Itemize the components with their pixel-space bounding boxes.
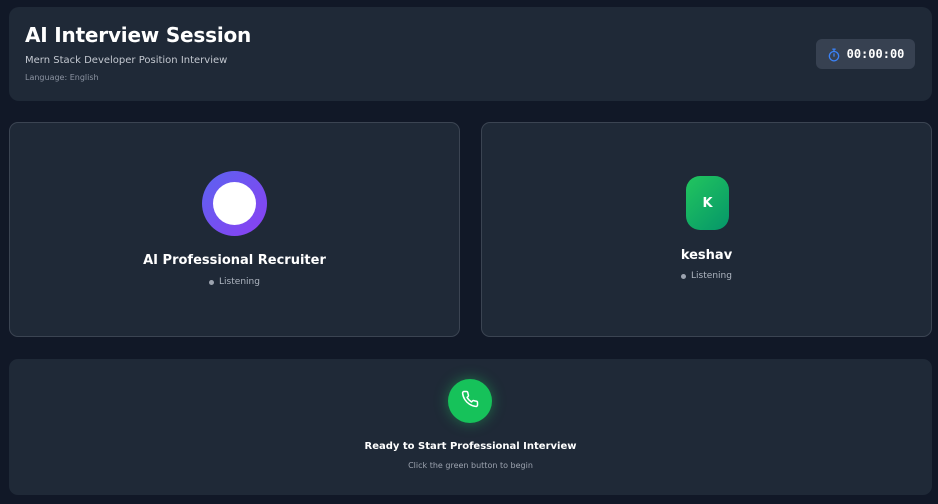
user-status: Listening bbox=[482, 271, 931, 281]
ai-avatar bbox=[202, 171, 267, 236]
user-status-label: Listening bbox=[691, 271, 732, 281]
session-subtitle: Mern Stack Developer Position Interview bbox=[25, 55, 228, 66]
page-title: AI Interview Session bbox=[25, 23, 252, 47]
user-avatar: K bbox=[686, 176, 729, 230]
ai-avatar-orb bbox=[213, 182, 256, 225]
call-control-panel: Ready to Start Professional Interview Cl… bbox=[9, 359, 932, 495]
phone-icon bbox=[461, 390, 479, 412]
start-hint: Click the green button to begin bbox=[408, 461, 533, 470]
session-timer: 00:00:00 bbox=[816, 39, 915, 69]
session-header: AI Interview Session Mern Stack Develope… bbox=[9, 7, 932, 101]
start-call-button[interactable] bbox=[448, 379, 492, 423]
ai-participant-name: AI Professional Recruiter bbox=[143, 253, 326, 268]
user-participant-card: K keshav Listening bbox=[481, 122, 932, 337]
ready-message: Ready to Start Professional Interview bbox=[364, 441, 577, 452]
ai-status: Listening bbox=[10, 277, 459, 287]
user-participant-name: keshav bbox=[680, 248, 733, 263]
status-dot-icon bbox=[209, 279, 215, 285]
session-language: Language: English bbox=[25, 73, 99, 82]
interview-page: AI Interview Session Mern Stack Develope… bbox=[0, 0, 938, 504]
ai-status-label: Listening bbox=[219, 277, 260, 287]
status-dot-icon bbox=[681, 273, 687, 279]
ai-participant-card: AI Professional Recruiter Listening bbox=[9, 122, 460, 337]
stopwatch-icon bbox=[827, 47, 841, 62]
timer-value: 00:00:00 bbox=[846, 47, 905, 61]
